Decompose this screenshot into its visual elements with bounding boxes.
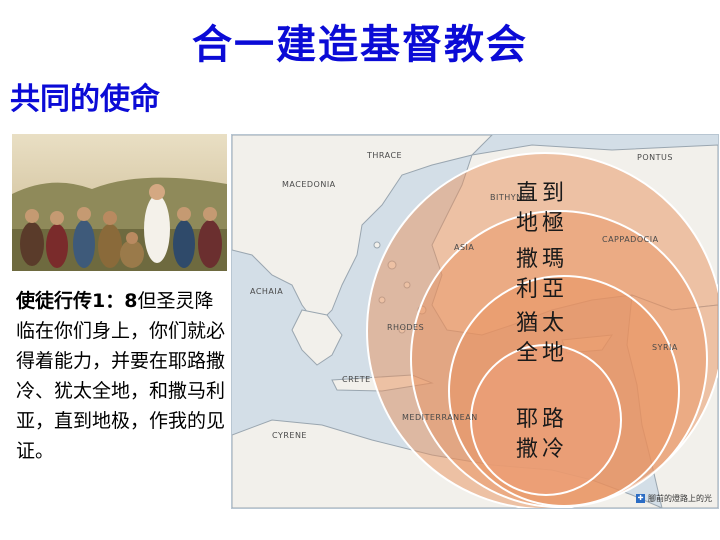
label-achaia: ACHAIA [250,287,284,296]
circle-label-line: 全地 [515,341,568,366]
section-subtitle: 共同的使命 [10,82,160,117]
label-macedonia: MACEDONIA [282,180,336,189]
label-rhodes: RHODES [387,323,425,332]
watermark-text: 腳前的燈路上的光 [648,494,712,503]
scripture-verse: 使徒行传1：8但圣灵降临在你们身上，你们就必得着能力，并要在耶路撒冷、犹太全地，… [16,286,226,466]
circle-label-line: 撒瑪 [515,247,568,272]
label-asia: ASIA [454,243,475,252]
verse-reference: 使徒行传1：8 [16,290,138,312]
label-cappadocia: CAPPADOCIA [602,235,659,244]
map-watermark: ✚ 腳前的燈路上的光 [636,493,712,504]
circle-label-line: 猶太 [515,311,568,336]
label-pontus: PONTUS [637,153,673,162]
circle-label-line: 利亞 [515,277,568,302]
circle-label-judea: 猶太 全地 [502,309,582,369]
verse-text: 但圣灵降临在你们身上，你们就必得着能力，并要在耶路撒冷、犹太全地，和撒马利亚，直… [16,290,226,462]
map-graphic [232,135,718,508]
label-thrace: THRACE [367,151,403,160]
page-title: 合一建造基督教会 [192,22,528,68]
label-mediterranean: MEDITERRANEAN [402,413,478,422]
circle-label-samaria: 撒瑪 利亞 [502,245,582,305]
circle-label-ends-of-earth: 直到 地極 [502,179,582,239]
label-cyrene: CYRENE [272,431,307,440]
circle-label-jerusalem: 耶路 撒冷 [502,405,582,465]
circle-label-line: 地極 [515,211,568,236]
watermark-icon: ✚ [636,494,645,503]
label-crete: CRETE [342,375,371,384]
circle-label-line: 撒冷 [515,437,568,462]
label-syria: SYRIA [652,343,678,352]
mission-map: THRACE PONTUS MACEDONIA ACHAIA ASIA BITH… [231,134,719,509]
circle-label-line: 耶路 [515,407,568,432]
circle-label-line: 直到 [515,181,568,206]
apostles-illustration [12,134,227,271]
